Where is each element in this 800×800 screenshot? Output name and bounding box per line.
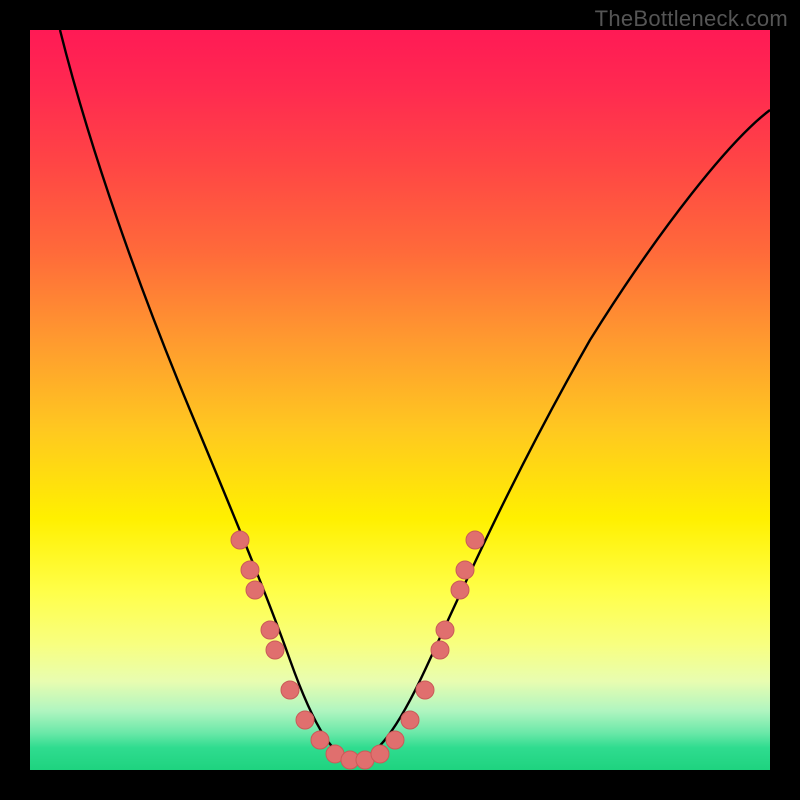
bottleneck-curve [60, 30, 770, 760]
marker [431, 641, 449, 659]
marker [456, 561, 474, 579]
outer-frame: TheBottleneck.com [0, 0, 800, 800]
marker [261, 621, 279, 639]
marker [241, 561, 259, 579]
marker [231, 531, 249, 549]
marker [266, 641, 284, 659]
chart-overlay [30, 30, 770, 770]
marker-group [231, 531, 484, 769]
watermark-text: TheBottleneck.com [595, 6, 788, 32]
marker [436, 621, 454, 639]
marker [466, 531, 484, 549]
marker [401, 711, 419, 729]
marker [451, 581, 469, 599]
marker [311, 731, 329, 749]
marker [386, 731, 404, 749]
marker [246, 581, 264, 599]
marker [416, 681, 434, 699]
marker [296, 711, 314, 729]
marker [371, 745, 389, 763]
marker [281, 681, 299, 699]
